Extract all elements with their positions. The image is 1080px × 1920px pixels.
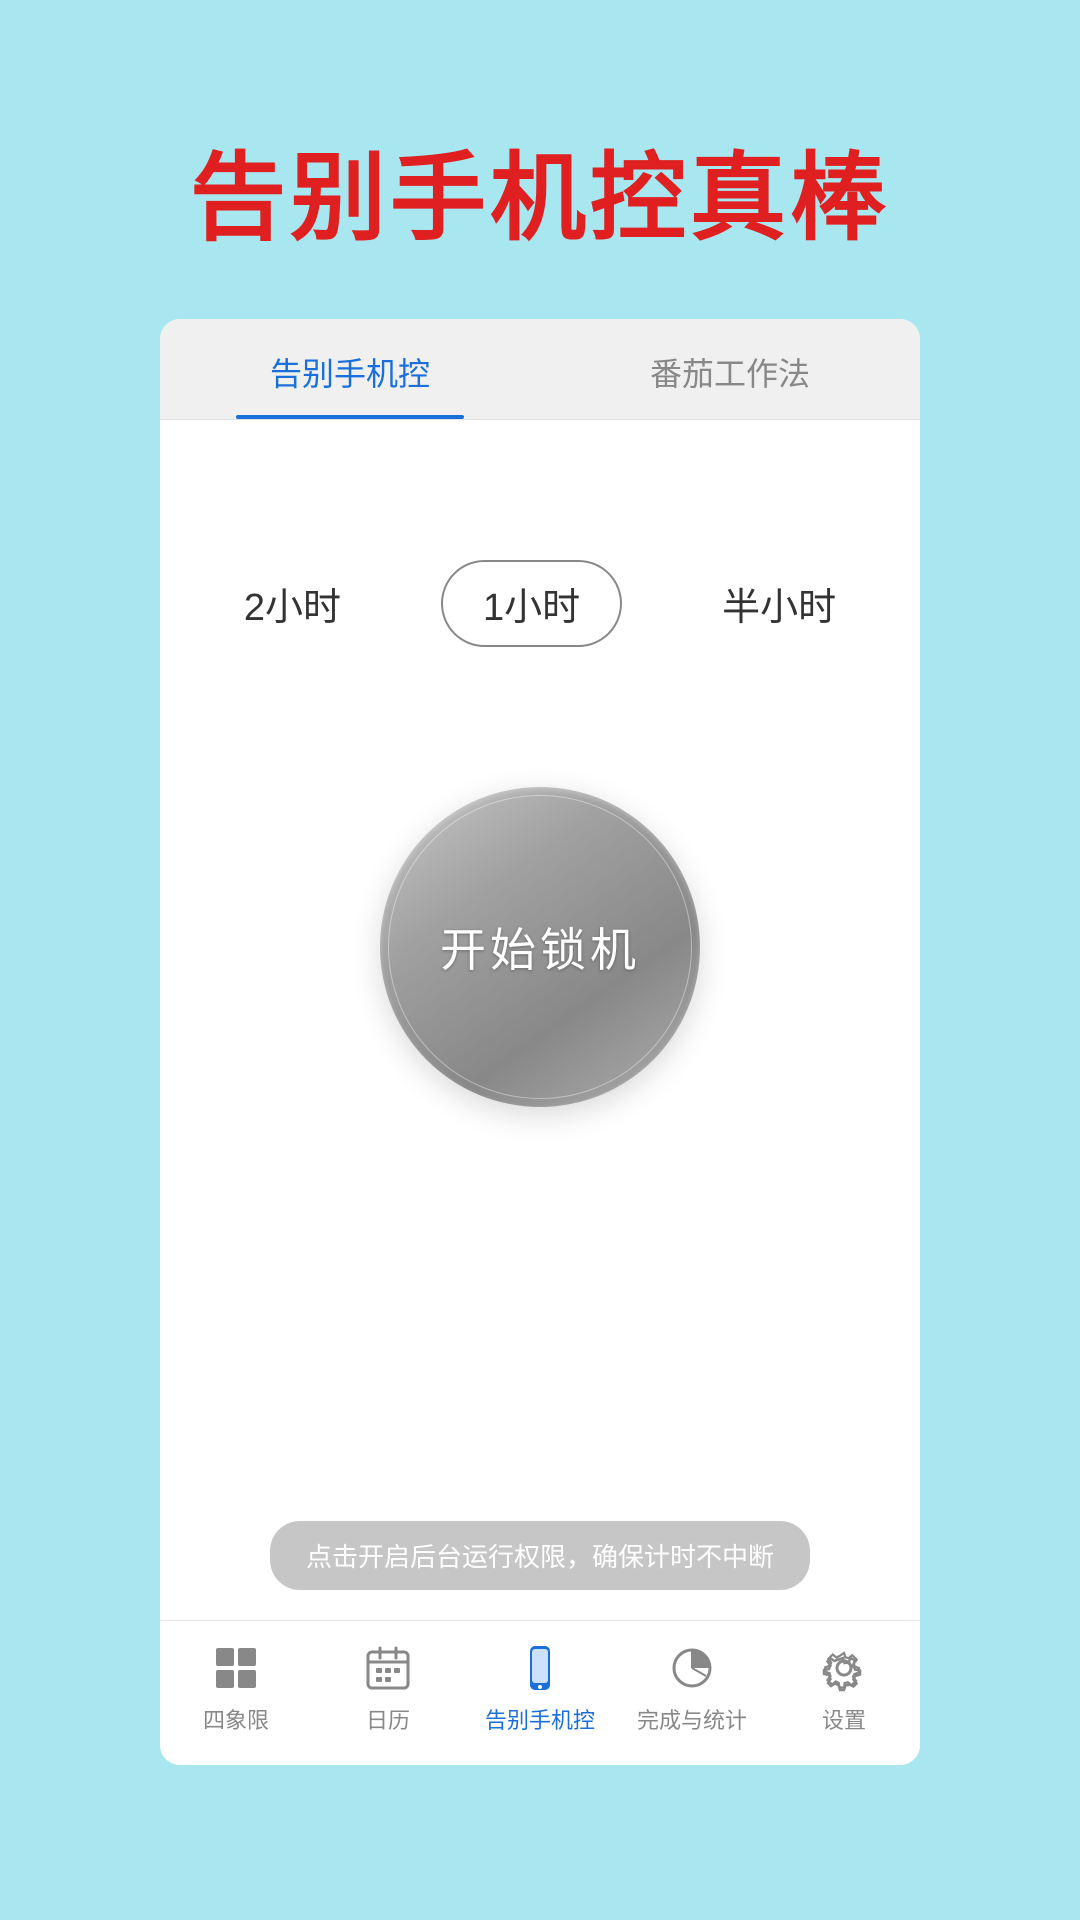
nav-item-phone-control[interactable]: 告别手机控 <box>464 1641 616 1735</box>
time-option-2h[interactable]: 2小时 <box>204 562 381 645</box>
nav-item-quadrant[interactable]: 四象限 <box>160 1641 312 1735</box>
hint-text: 点击开启后台运行权限，确保计时不中断 <box>306 1542 774 1572</box>
nav-label-settings: 设置 <box>822 1703 866 1735</box>
time-option-1h[interactable]: 1小时 <box>441 560 622 647</box>
content-area: 2小时 1小时 半小时 开始锁机 点击开启后台运行权限，确保计时不中断 <box>160 420 920 1620</box>
tab-bar: 告别手机控 番茄工作法 <box>160 319 920 420</box>
tab-phone-control[interactable]: 告别手机控 <box>160 319 540 419</box>
start-lock-button[interactable]: 开始锁机 <box>380 787 700 1107</box>
phone-icon <box>513 1641 567 1695</box>
nav-label-calendar: 日历 <box>366 1703 410 1735</box>
grid-icon <box>209 1641 263 1695</box>
hint-bar[interactable]: 点击开启后台运行权限，确保计时不中断 <box>270 1521 810 1590</box>
page-title: 告别手机控真棒 <box>190 120 890 259</box>
start-button-container: 开始锁机 <box>380 787 700 1107</box>
gear-icon <box>817 1641 871 1695</box>
time-option-half[interactable]: 半小时 <box>682 562 876 645</box>
time-options: 2小时 1小时 半小时 <box>204 560 876 647</box>
nav-item-calendar[interactable]: 日历 <box>312 1641 464 1735</box>
nav-label-quadrant: 四象限 <box>203 1703 269 1735</box>
calendar-icon <box>361 1641 415 1695</box>
nav-item-settings[interactable]: 设置 <box>768 1641 920 1735</box>
nav-label-phone-control: 告别手机控 <box>485 1703 595 1735</box>
nav-label-stats: 完成与统计 <box>637 1703 747 1735</box>
start-button-label: 开始锁机 <box>440 914 640 980</box>
tab-tomato[interactable]: 番茄工作法 <box>540 319 920 419</box>
bottom-nav: 四象限 日历 <box>160 1620 920 1765</box>
chart-icon <box>665 1641 719 1695</box>
nav-item-stats[interactable]: 完成与统计 <box>616 1641 768 1735</box>
app-card: 告别手机控 番茄工作法 2小时 1小时 半小时 开始锁机 <box>160 319 920 1765</box>
